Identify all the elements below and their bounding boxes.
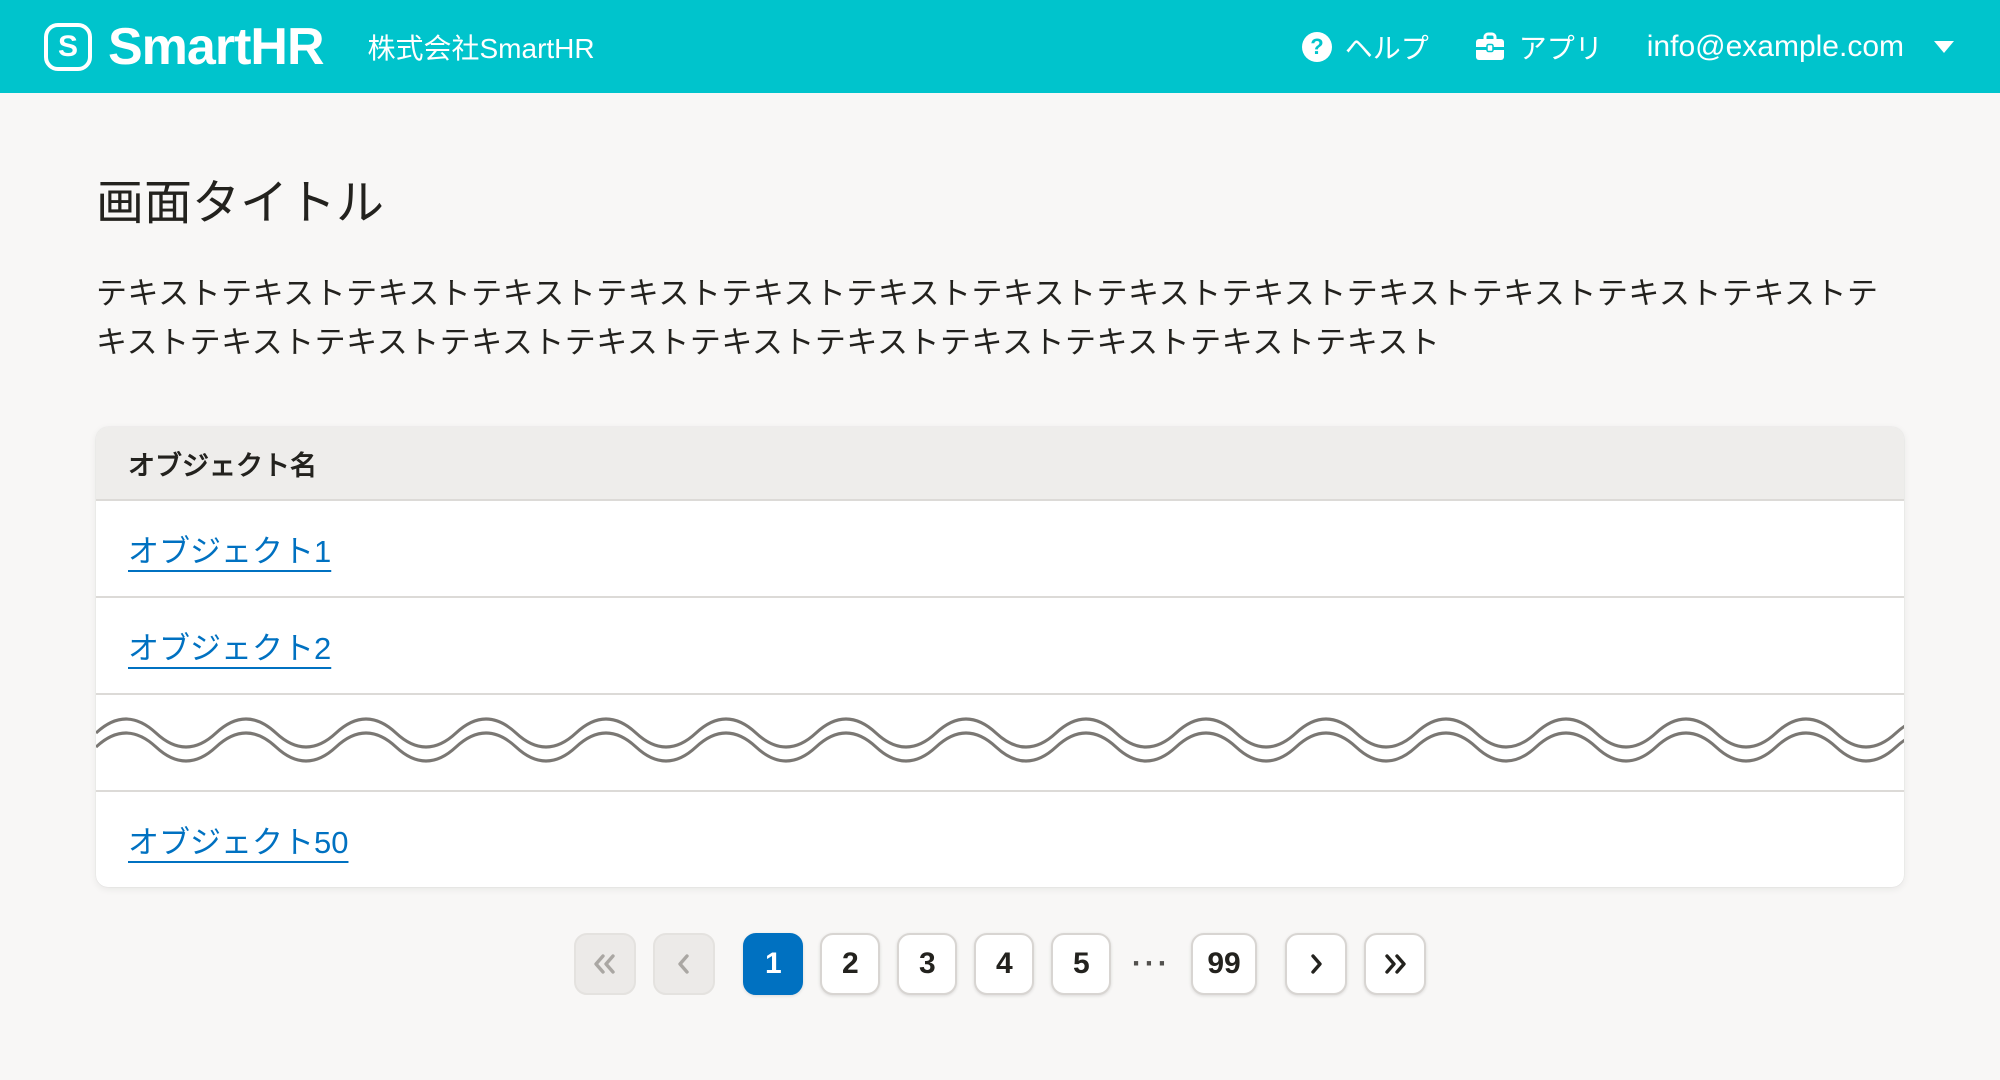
svg-text:?: ?: [1310, 34, 1323, 59]
object-table: オブジェクト名 オブジェクト1 オブジェクト2 オブジェクト50: [96, 427, 1904, 887]
smarthr-logo[interactable]: S SmartHR: [44, 21, 324, 73]
apps-icon: [1473, 31, 1507, 63]
help-label: ヘルプ: [1345, 27, 1429, 67]
apps-link[interactable]: アプリ: [1473, 27, 1603, 67]
page-button-5[interactable]: 5: [1051, 933, 1111, 995]
wavy-line-icon: [96, 711, 1904, 775]
page-button-4[interactable]: 4: [974, 933, 1034, 995]
page-button-3[interactable]: 3: [897, 933, 957, 995]
table-row: オブジェクト2: [96, 596, 1904, 693]
page-title: 画面タイトル: [96, 163, 1904, 233]
table-row: オブジェクト50: [96, 790, 1904, 887]
help-icon: ?: [1301, 31, 1333, 63]
object-link-2[interactable]: オブジェクト2: [128, 623, 331, 668]
last-page-button[interactable]: [1364, 933, 1426, 995]
help-link[interactable]: ? ヘルプ: [1301, 27, 1429, 67]
chevron-left-icon: [669, 949, 699, 979]
main-content: 画面タイトル テキストテキストテキストテキストテキストテキストテキストテキストテ…: [0, 163, 2000, 995]
chevron-down-icon: [1934, 41, 1954, 53]
first-page-button: [574, 933, 636, 995]
object-link-1[interactable]: オブジェクト1: [128, 526, 331, 571]
page-button-2[interactable]: 2: [820, 933, 880, 995]
company-name: 株式会社SmartHR: [368, 27, 595, 67]
object-link-50[interactable]: オブジェクト50: [128, 817, 348, 862]
double-chevron-right-icon: [1380, 949, 1410, 979]
prev-page-button: [653, 933, 715, 995]
omitted-rows-divider: [96, 693, 1904, 790]
page-button-99[interactable]: 99: [1191, 933, 1256, 995]
account-menu[interactable]: info@example.com: [1647, 30, 1954, 64]
column-header-label: オブジェクト名: [128, 444, 317, 483]
account-email: info@example.com: [1647, 30, 1904, 64]
next-page-button[interactable]: [1285, 933, 1347, 995]
double-chevron-left-icon: [590, 949, 620, 979]
table-row: オブジェクト1: [96, 499, 1904, 596]
app-header: S SmartHR 株式会社SmartHR ? ヘルプ アプリ info@exa…: [0, 0, 2000, 93]
smarthr-logo-icon: S: [44, 23, 92, 71]
pagination: 1 2 3 4 5 ··· 99: [96, 933, 1904, 995]
chevron-right-icon: [1301, 949, 1331, 979]
smarthr-wordmark: SmartHR: [108, 21, 324, 73]
page-button-1[interactable]: 1: [743, 933, 803, 995]
page-description: テキストテキストテキストテキストテキストテキストテキストテキストテキストテキスト…: [96, 269, 1904, 367]
table-column-header: オブジェクト名: [96, 427, 1904, 499]
logo-letter: S: [58, 32, 78, 62]
apps-label: アプリ: [1519, 27, 1603, 67]
pagination-ellipsis: ···: [1128, 947, 1174, 981]
